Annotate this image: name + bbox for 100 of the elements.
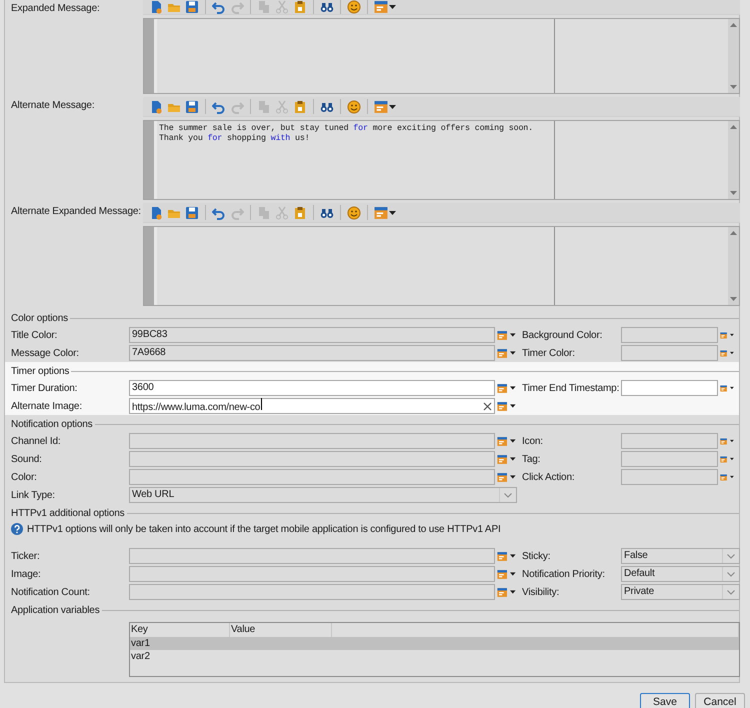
caret-icon xyxy=(510,333,516,337)
window-icon xyxy=(497,382,508,394)
field-label: Click Action: xyxy=(522,472,576,482)
window-icon xyxy=(497,470,508,484)
window-dropdown-button[interactable] xyxy=(374,206,396,220)
caret-icon xyxy=(510,404,516,408)
window-icon xyxy=(497,328,508,342)
window-icon xyxy=(374,0,388,14)
section-title: Application variables xyxy=(11,604,100,616)
field-label: Notification Count: xyxy=(11,586,91,598)
field-label: Sticky: xyxy=(522,550,552,562)
caret-icon xyxy=(510,572,516,576)
caret-icon xyxy=(730,457,734,461)
scroll-down-icon[interactable] xyxy=(730,297,737,301)
field-label: Color: xyxy=(11,472,38,482)
code-line: The summer sale is over, but stay tuned for more exciting offers coming soon. xyxy=(159,123,534,133)
code-editor[interactable] xyxy=(143,226,740,306)
caret-icon xyxy=(730,386,734,390)
window-icon xyxy=(497,550,508,562)
new-file-icon[interactable] xyxy=(149,206,163,220)
save-icon[interactable] xyxy=(185,100,199,114)
caret-icon xyxy=(510,439,516,443)
dialog-button[interactable]: Cancel xyxy=(695,693,745,708)
undo-icon[interactable] xyxy=(212,0,226,14)
scrollbar[interactable] xyxy=(728,19,739,93)
field-label: Tag: xyxy=(522,454,542,464)
clipboard-icon[interactable] xyxy=(293,100,307,114)
window-icon xyxy=(497,586,508,598)
field-label: Alternate Message: xyxy=(11,99,96,113)
smiley-icon[interactable] xyxy=(347,0,361,14)
smiley-icon[interactable] xyxy=(347,206,361,220)
section-title: Notification options xyxy=(11,418,92,430)
field-label: Title Color: xyxy=(11,330,58,340)
help-icon xyxy=(11,523,23,535)
smiley-icon[interactable] xyxy=(347,100,361,114)
caret-icon xyxy=(730,475,734,479)
caret-icon xyxy=(510,590,516,594)
chevron-down-icon xyxy=(504,492,512,498)
field-label: Alternate Image: xyxy=(11,400,83,412)
field-label: Channel Id: xyxy=(11,436,62,446)
scroll-up-icon[interactable] xyxy=(730,231,737,235)
window-icon xyxy=(497,452,508,466)
input-field[interactable]: 3600 xyxy=(129,380,495,396)
window-dropdown-button[interactable] xyxy=(374,100,396,114)
save-icon[interactable] xyxy=(185,0,199,14)
scroll-down-icon[interactable] xyxy=(730,191,737,195)
field-label: Notification Priority: xyxy=(522,568,606,580)
field-label: Link Type: xyxy=(11,490,56,500)
code-editor[interactable]: The summer sale is over, but stay tuned for more exciting offers coming soon. Thank you for shopping with us! xyxy=(143,120,740,200)
window-icon xyxy=(374,100,388,114)
field-label: Image: xyxy=(11,568,42,580)
section-title: HTTPv1 additional options xyxy=(11,508,125,518)
info-text: HTTPv1 options will only be taken into account if the target mobile application is configured to use HTTPv1 API xyxy=(27,524,501,534)
caret-icon xyxy=(510,475,516,479)
save-icon[interactable] xyxy=(185,206,199,220)
scroll-up-icon[interactable] xyxy=(730,125,737,129)
window-dropdown-button[interactable] xyxy=(374,0,396,14)
caret-icon xyxy=(730,333,734,337)
field-label: Timer Duration: xyxy=(11,382,78,394)
section-title: Timer options xyxy=(11,366,70,376)
caret-icon xyxy=(510,386,516,390)
caret-icon xyxy=(389,210,396,214)
window-icon xyxy=(497,400,508,412)
section-title: Color options xyxy=(11,312,68,324)
window-icon xyxy=(374,206,388,220)
clipboard-icon[interactable] xyxy=(293,0,307,14)
binoculars-icon[interactable] xyxy=(320,0,334,14)
window-icon xyxy=(497,434,508,448)
chevron-down-icon xyxy=(727,572,735,576)
field-label: Background Color: xyxy=(522,330,604,340)
caret-icon xyxy=(730,351,734,355)
new-file-icon[interactable] xyxy=(149,100,163,114)
field-label: Ticker: xyxy=(11,550,41,562)
caret-icon xyxy=(389,104,396,108)
caret-icon xyxy=(389,5,396,9)
table-row[interactable]: var1 xyxy=(130,637,739,650)
chevron-down-icon xyxy=(727,554,735,558)
scroll-up-icon[interactable] xyxy=(730,23,737,27)
undo-icon[interactable] xyxy=(212,206,226,220)
caret-icon xyxy=(730,439,734,443)
input-field[interactable] xyxy=(621,380,718,396)
scrollbar[interactable] xyxy=(728,227,739,305)
field-label: Visibility: xyxy=(522,586,560,598)
window-icon xyxy=(497,568,508,580)
table-row[interactable]: var2 xyxy=(130,650,739,663)
new-file-icon[interactable] xyxy=(149,0,163,14)
window-icon xyxy=(497,346,508,360)
field-label: Timer End Timestamp: xyxy=(522,382,620,394)
field-label: Alternate Expanded Message: xyxy=(11,205,142,219)
clipboard-icon[interactable] xyxy=(293,206,307,220)
undo-icon[interactable] xyxy=(212,100,226,114)
input-field[interactable]: https://www.luma.com/new-co xyxy=(129,398,495,414)
field-label: Sound: xyxy=(11,454,43,464)
scroll-down-icon[interactable] xyxy=(730,85,737,89)
clear-icon[interactable] xyxy=(483,402,492,410)
field-label: Timer Color: xyxy=(522,348,576,358)
dialog-button[interactable]: Save xyxy=(640,693,690,708)
scrollbar[interactable] xyxy=(728,121,739,199)
field-label: Message Color: xyxy=(11,348,80,358)
code-line: Thank you for shopping with us! xyxy=(159,133,310,143)
